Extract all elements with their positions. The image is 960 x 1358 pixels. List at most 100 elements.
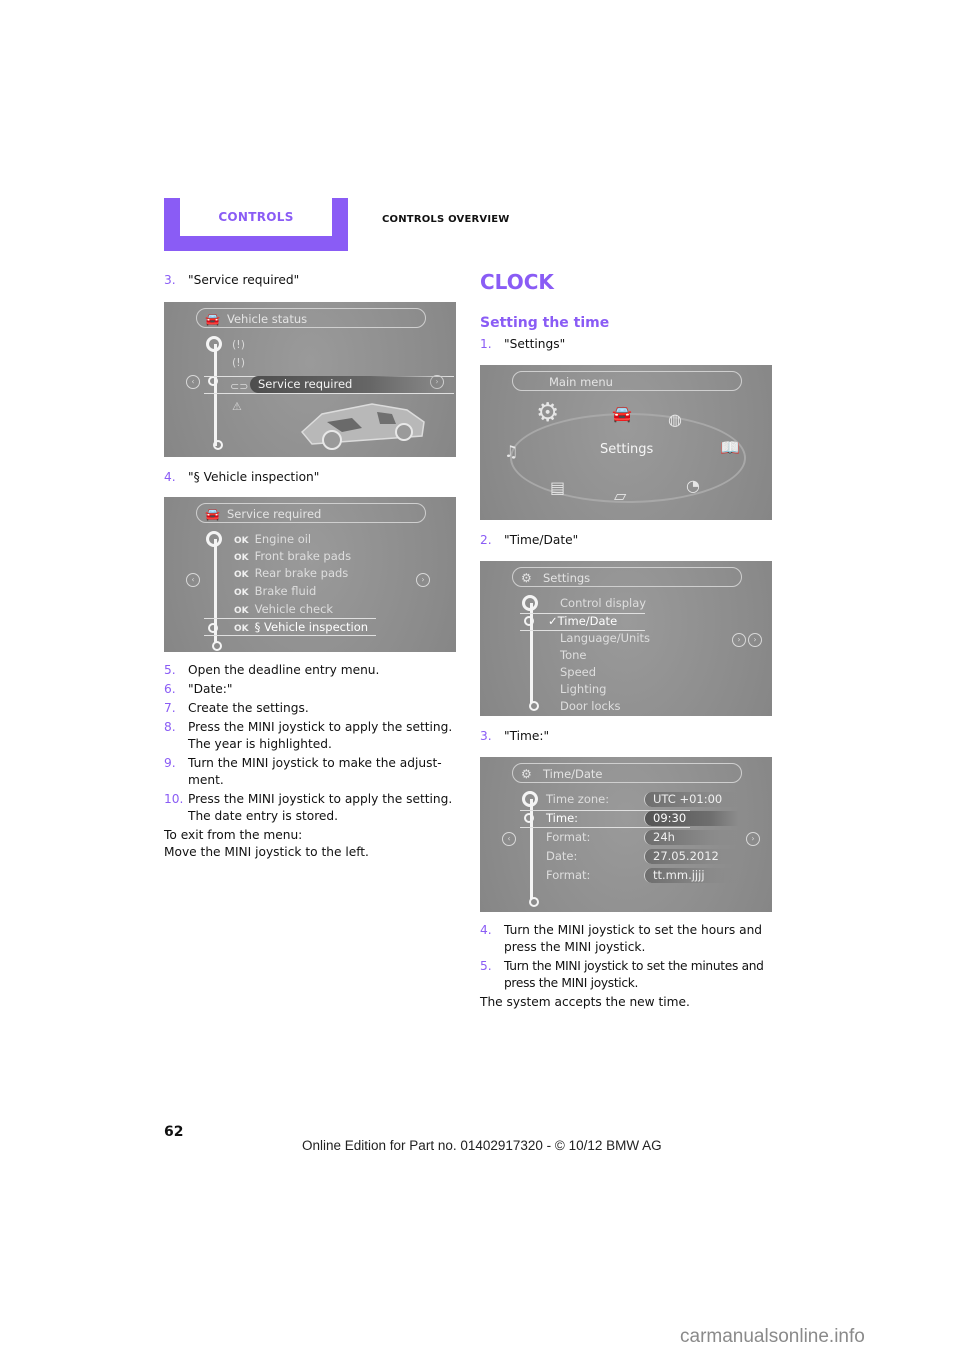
step-text: "Date:" bbox=[188, 681, 460, 698]
screen-service-required: 🚘 Service required ‹ › OK Engine oil OK Fr… bbox=[164, 497, 456, 652]
step-item: 7. Create the settings. bbox=[164, 700, 460, 717]
warning-triangle-icon[interactable]: ⚠ bbox=[232, 398, 242, 415]
menu-item-selected[interactable]: OK § Vehicle inspection bbox=[234, 619, 368, 638]
menu-item[interactable]: OK Brake fluid bbox=[234, 583, 316, 602]
step-item: 10. Press the MINI joystick to apply the… bbox=[164, 791, 460, 825]
step-item: 6. "Date:" bbox=[164, 681, 460, 698]
rail-bottom-knob bbox=[213, 440, 223, 450]
step-line: The year is highlighted. bbox=[188, 737, 332, 751]
car-illustration bbox=[300, 403, 425, 450]
step-line: Press the MINI joystick to apply the set… bbox=[188, 792, 453, 806]
chapter-tab: CONTROLS bbox=[164, 198, 348, 251]
arrow-left-icon[interactable]: ‹ bbox=[502, 832, 516, 846]
menu-item-label: Front brake pads bbox=[254, 549, 352, 563]
menu-item-label: Vehicle check bbox=[254, 602, 334, 616]
menu-item[interactable]: OK Rear brake pads bbox=[234, 565, 348, 584]
setting-label-selected: Time: bbox=[546, 811, 579, 825]
step-number: 10. bbox=[164, 792, 184, 806]
closing-text: The system accepts the new time. bbox=[480, 995, 690, 1009]
navigation-globe-icon[interactable]: ◍ bbox=[668, 411, 682, 428]
step-2-right: 2. "Time/Date" bbox=[480, 532, 776, 549]
tire-pressure-icon[interactable]: (!) bbox=[232, 336, 245, 353]
step-item: 9. Turn the MINI joystick to make the ad… bbox=[164, 755, 460, 789]
ok-badge: OK bbox=[234, 606, 249, 616]
left-column: 3. "Service required" 🚘 Vehicle status ‹… bbox=[164, 272, 460, 861]
arrow-right-icon[interactable]: › bbox=[746, 832, 760, 846]
ok-badge: OK bbox=[234, 588, 249, 598]
chapter-tab-inner: CONTROLS bbox=[180, 198, 332, 236]
time-format-value[interactable]: 24h bbox=[644, 830, 739, 845]
menu-item[interactable]: Door locks bbox=[560, 698, 621, 715]
arrow-right-icon[interactable]: › bbox=[416, 573, 430, 587]
arrow-left-icon[interactable]: ‹ bbox=[186, 375, 200, 389]
screen-header: 🚘 Vehicle status bbox=[196, 308, 426, 328]
menu-item[interactable]: Lighting bbox=[560, 681, 606, 698]
setting-label: Date: bbox=[546, 849, 578, 863]
screen-vehicle-status: 🚘 Vehicle status ‹ › (!) (!) ⊂⊃ Service … bbox=[164, 302, 456, 457]
screen-header: 🚘 Service required bbox=[196, 503, 426, 523]
menu-item[interactable]: Language/Units bbox=[560, 630, 650, 647]
tire-warning-icon[interactable]: (!) bbox=[232, 354, 245, 371]
chapter-tab-label: CONTROLS bbox=[218, 210, 294, 224]
menu-item-label: Brake fluid bbox=[254, 584, 317, 598]
rail-top-knob bbox=[206, 336, 222, 352]
step-line: The date entry is stored. bbox=[188, 809, 339, 823]
step-line: Create the settings. bbox=[188, 701, 309, 715]
media-icon[interactable]: ♫ bbox=[504, 443, 518, 460]
screen-header: ⚙ Time/Date bbox=[512, 763, 742, 783]
step-text: "Service required" bbox=[188, 273, 300, 287]
trip-computer-icon[interactable]: ◔ bbox=[686, 477, 700, 494]
arrow-left-icon[interactable]: ‹ bbox=[186, 573, 200, 587]
page-number: 62 bbox=[164, 1124, 184, 1140]
menu-item-selected[interactable]: ✓Time/Date bbox=[548, 613, 617, 630]
ok-badge: OK bbox=[234, 624, 249, 634]
screen-header: ⚙ Settings bbox=[512, 567, 742, 587]
menu-item[interactable]: Speed bbox=[560, 664, 596, 681]
menu-item-service-required[interactable]: Service required bbox=[250, 376, 450, 393]
step-item: 5. Open the deadline entry menu. bbox=[164, 662, 460, 679]
section-title: CONTROLS OVERVIEW bbox=[382, 214, 510, 225]
step-3-right: 3. "Time:" bbox=[480, 728, 776, 745]
step-item: 5. Turn the MINI joystick to set the min… bbox=[480, 958, 776, 992]
manual-book-icon[interactable]: 📖 bbox=[720, 439, 740, 456]
screen-settings: ⚙ Settings › › Control display ✓Time/Dat… bbox=[480, 561, 772, 716]
menu-item-label: § Vehicle inspection bbox=[254, 620, 369, 634]
radio-icon[interactable]: ▤ bbox=[550, 479, 565, 496]
screen-header-label: Service required bbox=[227, 507, 322, 521]
date-format-value[interactable]: tt.mm.jjjj bbox=[644, 868, 739, 883]
time-value[interactable]: 09:30 bbox=[644, 811, 739, 826]
rail-top-knob bbox=[522, 791, 538, 807]
car-service-icon[interactable]: ⊂⊃ bbox=[230, 378, 248, 395]
step-line: Open the deadline entry menu. bbox=[188, 663, 380, 677]
vehicle-info-icon[interactable]: 🚘 bbox=[612, 405, 632, 422]
exit-instructions: To exit from the menu: Move the MINI joys… bbox=[164, 827, 460, 861]
step-text: Turn the MINI joystick to make the adjus… bbox=[188, 755, 460, 789]
menu-item[interactable]: Control display bbox=[560, 595, 646, 612]
step-number: 7. bbox=[164, 701, 176, 715]
screen-main-menu: Main menu ⚙ 🚘 ◍ 📖 ◔ ▱ ▤ ♫ Settings bbox=[480, 365, 772, 520]
main-menu-selected-label: Settings bbox=[600, 442, 654, 457]
step-line: Turn the MINI joystick to make the adjus… bbox=[188, 756, 442, 770]
step-number: 4. bbox=[480, 923, 492, 937]
step-text: Press the MINI joystick to apply the set… bbox=[188, 791, 460, 825]
settings-gear-icon[interactable]: ⚙ bbox=[536, 400, 559, 426]
menu-item[interactable]: Tone bbox=[560, 647, 586, 664]
step-text: Turn the MINI joystick to set the hours … bbox=[504, 922, 776, 956]
step-number: 4. bbox=[164, 470, 176, 484]
steps-list-right: 4. Turn the MINI joystick to set the hou… bbox=[480, 922, 776, 1011]
date-value[interactable]: 27.05.2012 bbox=[644, 849, 739, 864]
setting-label: Time zone: bbox=[546, 792, 610, 806]
gear-icon: ⚙ bbox=[521, 571, 532, 585]
arrow-right-icon[interactable]: › bbox=[732, 633, 746, 647]
screen-header-label: Vehicle status bbox=[227, 312, 308, 326]
step-line: Turn the MINI joystick to set the hours … bbox=[504, 923, 763, 937]
phone-icon[interactable]: ▱ bbox=[614, 487, 626, 504]
arrow-enter-icon[interactable]: › bbox=[748, 633, 762, 647]
setting-time-subheading: Setting the time bbox=[480, 315, 610, 331]
step-text: "Settings" bbox=[504, 337, 566, 351]
car-check-icon: 🚘 bbox=[205, 312, 220, 326]
watermark-link[interactable]: carmanualsonline.info bbox=[680, 1326, 865, 1348]
car-check-icon: 🚘 bbox=[205, 507, 220, 521]
step-line: ment. bbox=[188, 773, 224, 787]
time-zone-value[interactable]: UTC +01:00 bbox=[644, 792, 739, 807]
